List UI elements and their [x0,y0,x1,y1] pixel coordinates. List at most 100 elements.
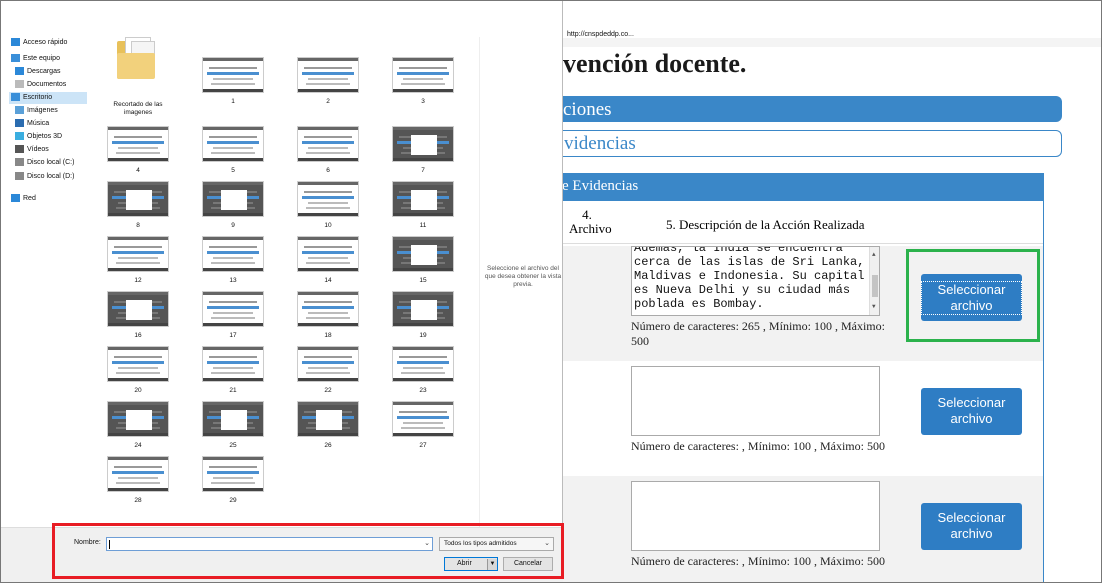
image-thumbnail [202,126,264,162]
page-title: vención docente. [563,49,747,78]
image-thumbnail [392,126,454,162]
file-item[interactable]: 10 [293,179,363,237]
file-item[interactable]: 13 [198,234,268,292]
file-item[interactable]: 2 [293,55,363,113]
file-item[interactable]: 3 [388,55,458,113]
file-item[interactable]: 9 [198,179,268,237]
file-item[interactable]: 22 [293,344,363,402]
nav-item[interactable]: Disco local (C:) [15,157,74,169]
url-text: http://cnspdeddp.co... [567,31,634,38]
image-thumbnail [392,291,454,327]
nav-item[interactable]: Documentos [15,79,66,91]
preview-message: Seleccione el archivo del que desea obte… [484,265,562,288]
cube-icon [15,132,24,141]
character-count: Número de caracteres: , Mínimo: 100 , Má… [631,439,885,453]
file-label: 7 [421,167,425,174]
select-file-button[interactable]: Seleccionar archivo [921,503,1022,550]
image-thumbnail [297,57,359,93]
file-item[interactable]: 28 [103,454,173,512]
file-item[interactable]: 11 [388,179,458,237]
image-thumbnail [297,346,359,382]
file-label: 15 [419,277,427,284]
image-thumbnail [107,346,169,382]
file-label: 24 [134,442,142,449]
file-item[interactable]: 4 [103,124,173,182]
image-thumbnail [202,181,264,217]
image-thumbnail [392,236,454,272]
textarea-scrollbar[interactable]: ▲ ▼ [869,247,879,315]
drive-icon [15,172,24,181]
nav-item[interactable]: Disco local (D:) [15,171,74,183]
file-item[interactable]: 20 [103,344,173,402]
download-icon [15,67,24,76]
file-item[interactable]: 15 [388,234,458,292]
image-thumbnail [202,236,264,272]
nav-item[interactable]: Música [15,118,49,130]
file-item[interactable]: 26 [293,399,363,457]
image-thumbnail [202,401,264,437]
file-item[interactable]: 25 [198,399,268,457]
file-label: 25 [229,442,237,449]
file-item[interactable]: 29 [198,454,268,512]
image-thumbnail [297,236,359,272]
file-item[interactable]: 14 [293,234,363,292]
file-item[interactable]: 21 [198,344,268,402]
file-label: 26 [324,442,332,449]
page-strip [563,38,1101,47]
navigation-pane: Acceso rápido Este equipo Descargas Documen… [1,37,97,527]
table-row: Además, la India se encuentra cerca de la… [563,246,1043,361]
file-item[interactable]: 18 [293,289,363,347]
character-count: Número de caracteres: , Mínimo: 100 , Má… [631,554,885,568]
file-item[interactable]: 7 [388,124,458,182]
file-item[interactable]: 23 [388,344,458,402]
file-item[interactable]: 5 [198,124,268,182]
file-item[interactable]: 19 [388,289,458,347]
file-label: 11 [419,222,427,229]
select-file-button[interactable]: Seleccionar archivo [921,388,1022,435]
file-label: 3 [421,98,425,105]
file-item[interactable]: 24 [103,399,173,457]
description-textarea[interactable]: Además, la India se encuentra cerca de la… [631,246,880,316]
file-label: 2 [326,98,330,105]
file-label: 21 [229,387,237,394]
section-bar-outline[interactable]: videncias [563,130,1062,157]
nav-item-label: Vídeos [27,146,49,153]
document-icon [15,80,24,89]
file-item[interactable]: 16 [103,289,173,347]
folder-item[interactable]: Recortado de las imagenes [103,37,173,117]
description-textarea[interactable] [631,366,880,436]
file-item[interactable]: 27 [388,399,458,457]
nav-item-label: Este equipo [23,55,60,62]
file-item[interactable]: 8 [103,179,173,237]
nav-item[interactable]: Este equipo [11,53,60,65]
character-count: Número de caracteres: 265 , Mínimo: 100 … [631,319,885,348]
image-thumbnail [392,57,454,93]
image-thumbnail [202,57,264,93]
file-item[interactable]: 6 [293,124,363,182]
nav-item[interactable]: Red [11,193,36,205]
col-description-header: 5. Descripción de la Acción Realizada [666,217,865,232]
section-bar-solid[interactable]: ciones [563,96,1062,122]
file-item[interactable]: 12 [103,234,173,292]
col-archivo-header: 4. Archivo [569,208,612,236]
image-thumbnail [107,401,169,437]
web-page: http://cnspdeddp.co... vención docente. … [563,1,1101,582]
image-thumbnail [297,291,359,327]
nav-item[interactable]: Imágenes [15,105,58,117]
textarea-line: poblada es Bombay. [634,297,764,311]
file-label: 9 [231,222,235,229]
evidence-table: e Evidencias 4. Archivo 5. Descripción d… [563,173,1044,582]
description-textarea[interactable] [631,481,880,551]
nav-item[interactable]: Objetos 3D [15,131,62,143]
file-item[interactable]: 17 [198,289,268,347]
select-file-button-label: Seleccionar archivo [937,510,1006,541]
nav-item[interactable]: Descargas [15,66,60,78]
table-header-row: 4. Archivo 5. Descripción de la Acción R… [563,202,1043,244]
nav-item[interactable]: Escritorio [9,92,87,104]
file-label: 29 [229,497,237,504]
nav-item[interactable]: Vídeos [15,144,49,156]
nav-item[interactable]: Acceso rápido [11,37,67,49]
file-item[interactable]: 1 [198,55,268,113]
nav-item-label: Disco local (D:) [27,173,75,180]
screen: http://cnspdeddp.co... vención docente. … [0,0,1102,583]
